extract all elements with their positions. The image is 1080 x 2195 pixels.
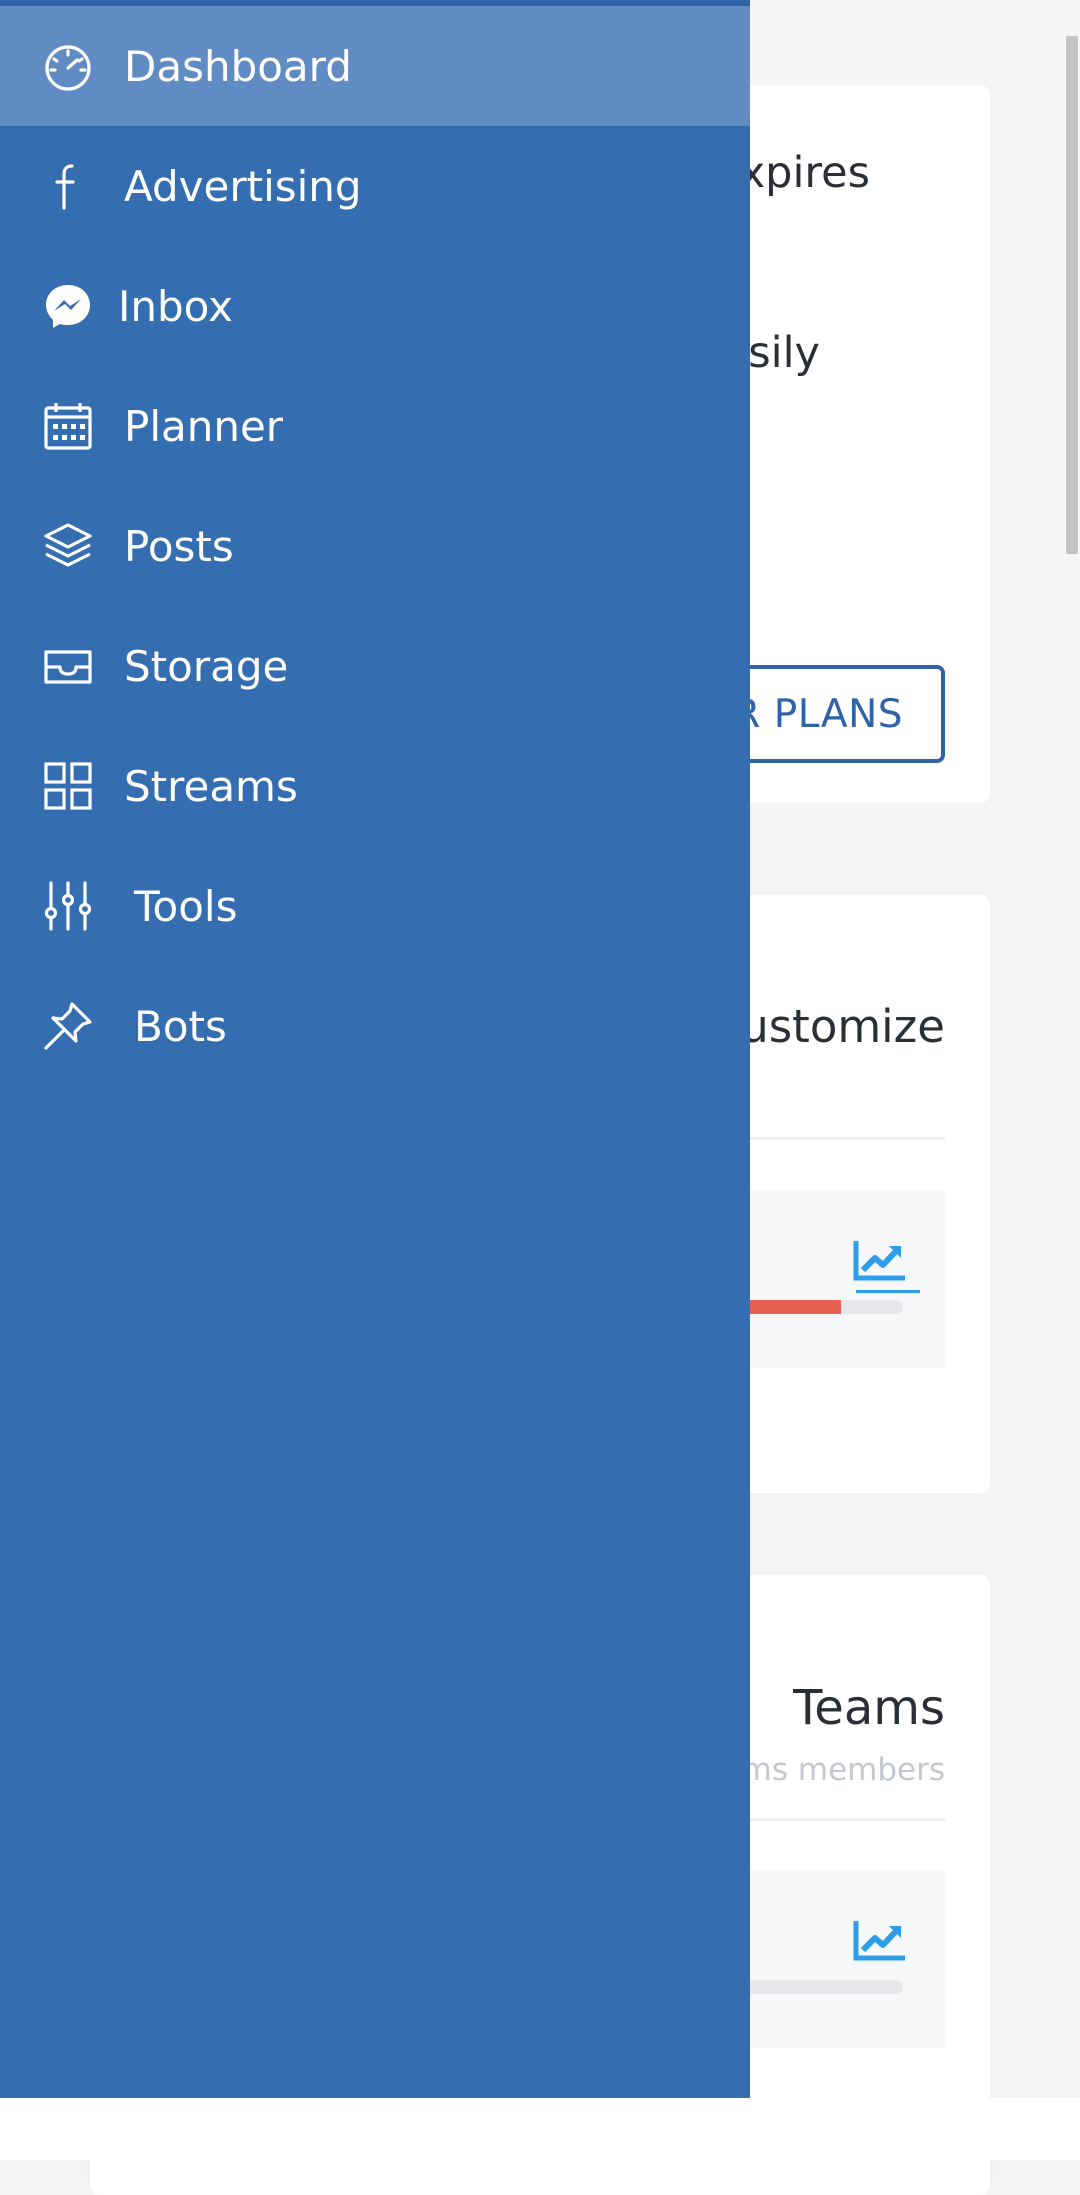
chart-link-underline [856, 1290, 920, 1293]
chart-line-icon[interactable] [853, 1238, 907, 1284]
sidebar-item-posts[interactable]: Posts [0, 486, 750, 606]
sidebar-item-advertising[interactable]: Advertising [0, 126, 750, 246]
sidebar-item-label: Planner [124, 401, 284, 451]
speedometer-icon [42, 40, 94, 92]
plan-expires-text: xpires [739, 148, 870, 198]
sidebar-item-tools[interactable]: Tools [0, 846, 750, 966]
chart-line-icon[interactable] [853, 1918, 907, 1964]
sidebar-item-label: Streams [124, 761, 298, 811]
layers-icon [42, 520, 94, 572]
sidebar-item-label: Advertising [124, 161, 362, 211]
sidebar-item-label: Dashboard [124, 41, 352, 91]
view-plans-button-label: R PLANS [733, 691, 903, 737]
sidebar-item-inbox[interactable]: Inbox [0, 246, 750, 366]
sidebar-item-label: Inbox [118, 281, 233, 331]
customize-card-title: ustomize [740, 1000, 945, 1053]
teams-card-subtitle: ms members [741, 1752, 945, 1788]
inbox-tray-icon [42, 640, 94, 692]
bottom-strip [0, 2098, 1080, 2160]
sidebar-item-label: Bots [134, 1001, 227, 1051]
sidebar-item-label: Tools [134, 881, 238, 931]
sidebar-item-planner[interactable]: Planner [0, 366, 750, 486]
messenger-icon [42, 280, 94, 332]
plan-description-text: sily [748, 328, 820, 378]
sidebar-item-dashboard[interactable]: Dashboard [0, 6, 750, 126]
sidebar-item-label: Posts [124, 521, 234, 571]
scrollbar[interactable] [1066, 36, 1078, 554]
sidebar-item-label: Storage [124, 641, 289, 691]
pin-icon [42, 1000, 94, 1052]
sidebar-item-streams[interactable]: Streams [0, 726, 750, 846]
facebook-icon [42, 160, 94, 212]
sidebar-item-storage[interactable]: Storage [0, 606, 750, 726]
navigation-drawer: Dashboard Advertising Inbox Planner Post… [0, 0, 750, 2098]
calendar-icon [42, 400, 94, 452]
grid-icon [42, 760, 94, 812]
teams-card-title: Teams [793, 1680, 945, 1736]
sidebar-item-bots[interactable]: Bots [0, 966, 750, 1086]
sidebar-menu: Dashboard Advertising Inbox Planner Post… [0, 6, 750, 1086]
sliders-icon [42, 880, 94, 932]
